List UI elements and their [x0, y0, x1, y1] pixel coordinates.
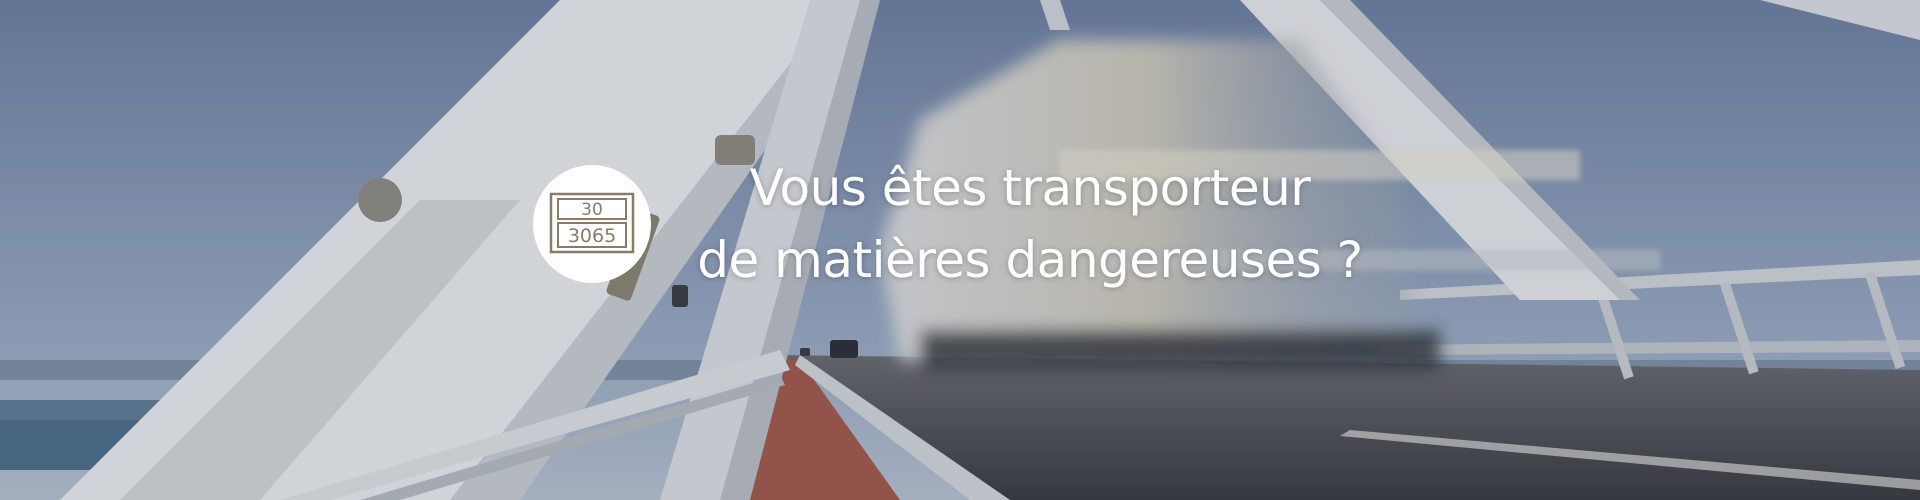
un-number-text: 3065: [568, 225, 616, 247]
headline-line-1: Vous êtes transporteur: [749, 159, 1311, 217]
hazard-number-text: 30: [581, 200, 603, 220]
hero-banner: 30 3065 Vous êtes transporteur de matièr…: [0, 0, 1920, 500]
hazmat-badge: 30 3065: [533, 165, 651, 283]
headline-line-2: de matières dangereuses ?: [697, 231, 1363, 289]
hazmat-orange-plate-icon: 30 3065: [549, 192, 635, 254]
hero-headline: Vous êtes transporteur de matières dange…: [650, 152, 1410, 296]
